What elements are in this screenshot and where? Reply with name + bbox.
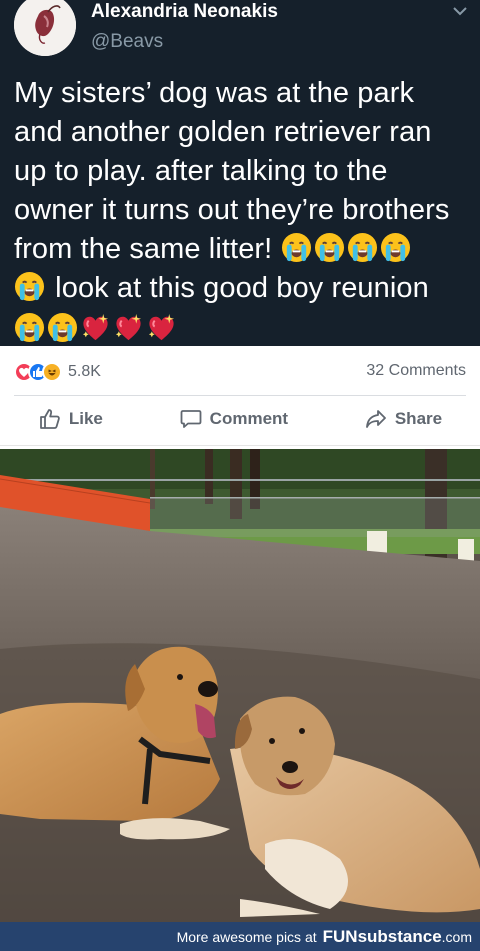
like-label: Like [68,409,103,428]
crying-face-icon [47,312,78,343]
action-bar: Like Comment Share [0,396,480,442]
tweet-line: look at this good boy reunion [55,272,429,304]
watermark-footer[interactable]: More awesome pics at FUNsubstance .com [0,922,480,951]
reactions-summary[interactable]: 5.8K [14,362,101,382]
user-handle[interactable]: @Beavs [91,31,163,53]
reaction-count: 5.8K [68,363,101,380]
tweet-line: from the same litter! [14,233,273,265]
display-name[interactable]: Alexandria Neonakis [91,1,278,23]
tweet-line-with-emoji: from the same litter! [14,230,474,269]
chevron-down-icon[interactable] [452,4,468,18]
like-button[interactable]: Like [20,407,121,431]
dogs-photo-illustration [0,449,480,922]
crying-face-icon [380,232,411,263]
avatar[interactable] [14,0,76,56]
sparkling-heart-icon [113,312,144,343]
crying-face-icon [281,232,312,263]
comments-link[interactable]: 32 Comments [366,362,466,380]
comment-button[interactable]: Comment [161,407,306,431]
footer-brand: FUNsubstance [322,926,442,946]
tweet-line: owner it turns out they’re brothers [14,194,450,226]
footer-tld: .com [441,928,472,945]
tweet-line: My sisters’ dog was at the park [14,77,415,109]
sparkling-heart-icon [80,312,111,343]
crying-face-icon [14,271,45,302]
share-arrow-icon [365,410,386,428]
share-label: Share [394,409,443,428]
tweet-line-with-emoji: look at this good boy reunion [14,269,474,308]
emoji-row [14,310,474,349]
footer-prefix: More awesome pics at [176,928,317,945]
share-button[interactable]: Share [346,407,460,431]
crying-face-icon [14,312,45,343]
speech-bubble-icon [180,410,202,428]
facebook-engagement-bar: 5.8K 32 Comments Like Comment Share [0,346,480,446]
tweet-card: Alexandria Neonakis @Beavs My sisters’ d… [0,0,480,346]
tweet-line: up to play. after talking to the [14,155,388,187]
tweet-text: My sisters’ dog was at the park and anot… [14,74,474,349]
crying-face-icon [347,232,378,263]
sparkling-heart-icon [146,312,177,343]
crying-face-icon [314,232,345,263]
comment-label: Comment [209,409,289,428]
tweet-line: and another golden retriever ran [14,116,432,148]
thumbs-up-icon [39,409,60,429]
haha-icon [42,362,62,382]
post-photo[interactable] [0,449,480,922]
